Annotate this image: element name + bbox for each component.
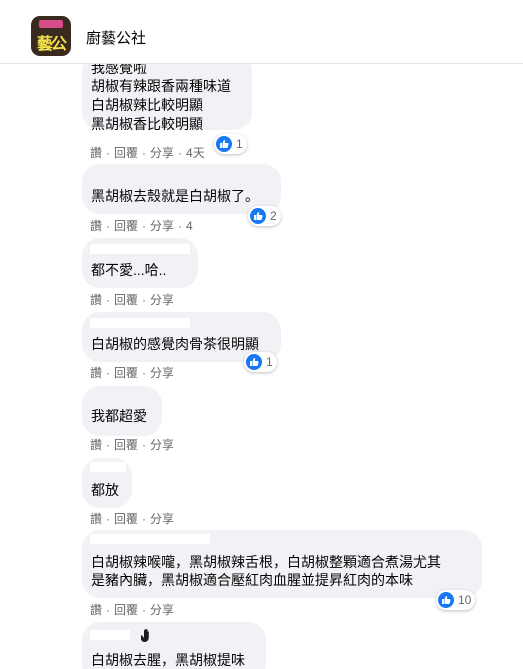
comment-actions: 讚 · 回覆 · 分享 — [90, 364, 175, 381]
author-name-redacted — [90, 462, 126, 472]
like-button[interactable]: 讚 — [90, 436, 102, 453]
avatar-logo-text: 藝公 — [36, 36, 67, 53]
share-button[interactable]: 分享 — [150, 601, 174, 618]
comment-actions: 讚 · 回覆 · 分享 — [90, 510, 175, 527]
comment-text: 都放 — [91, 482, 119, 498]
reply-button[interactable]: 回覆 — [114, 510, 138, 527]
comment-timestamp[interactable]: 4 — [186, 219, 193, 233]
author-name-redacted — [90, 244, 190, 254]
comment-actions: 讚 · 回覆 · 分享 — [90, 601, 175, 618]
comment-actions: 讚 · 回覆 · 分享 — [90, 436, 175, 453]
comment-actions: 讚 · 回覆 · 分享 · 4 — [90, 217, 193, 234]
share-button[interactable]: 分享 — [150, 291, 174, 308]
author-name-redacted — [90, 630, 130, 640]
share-button[interactable]: 分享 — [150, 510, 174, 527]
comment-text: 我都超愛 — [91, 408, 147, 424]
author-name-redacted — [90, 170, 190, 180]
avatar-banner — [39, 20, 63, 28]
comment-feed: 我感覺啦 胡椒有辣跟香兩種味道 白胡椒辣比較明顯 黑胡椒香比較明顯 1 讚 · 回覆… — [0, 64, 523, 669]
comment-text: 白胡椒辣喉嚨，黑胡椒辣舌根，白胡椒整顆適合煮湯尤其 — [91, 554, 441, 570]
reply-button[interactable]: 回覆 — [114, 364, 138, 381]
like-icon — [216, 136, 232, 152]
like-icon — [246, 354, 262, 370]
comment-text: 是豬內臟，黑胡椒適合壓紅肉血腥並提昇紅肉的本味 — [91, 572, 413, 588]
reply-button[interactable]: 回覆 — [114, 217, 138, 234]
group-avatar[interactable]: 藝公 — [31, 16, 71, 56]
reply-button[interactable]: 回覆 — [114, 601, 138, 618]
like-button[interactable]: 讚 — [90, 144, 102, 161]
group-header: 藝公 廚藝公社 — [0, 0, 523, 64]
comment-text: 我感覺啦 — [91, 64, 147, 76]
reaction-count[interactable]: 1 — [214, 134, 247, 154]
author-name-redacted — [90, 392, 142, 402]
like-button[interactable]: 讚 — [90, 217, 102, 234]
author-name-redacted — [90, 534, 210, 544]
like-button[interactable]: 讚 — [90, 601, 102, 618]
reply-button[interactable]: 回覆 — [114, 291, 138, 308]
reply-button[interactable]: 回覆 — [114, 436, 138, 453]
reaction-count[interactable]: 10 — [436, 590, 476, 610]
like-button[interactable]: 讚 — [90, 291, 102, 308]
author-name-redacted — [90, 318, 190, 328]
comment-text: 白胡椒去腥，黑胡椒提味 — [91, 652, 245, 668]
reply-button[interactable]: 回覆 — [114, 144, 138, 161]
share-button[interactable]: 分享 — [150, 217, 174, 234]
comment-text: 胡椒有辣跟香兩種味道 — [91, 78, 231, 94]
comment-text: 白胡椒的感覺肉骨茶很明顯 — [91, 336, 259, 352]
like-button[interactable]: 讚 — [90, 364, 102, 381]
reaction-count[interactable]: 1 — [244, 352, 277, 372]
share-button[interactable]: 分享 — [150, 364, 174, 381]
reaction-count[interactable]: 2 — [248, 206, 281, 226]
share-button[interactable]: 分享 — [150, 436, 174, 453]
like-button[interactable]: 讚 — [90, 510, 102, 527]
comment-text: 都不愛...哈.. — [91, 262, 167, 278]
like-icon — [250, 208, 266, 224]
waving-hand-icon — [138, 627, 154, 646]
comment-actions: 讚 · 回覆 · 分享 — [90, 291, 175, 308]
comment-text: 黑胡椒去殼就是白胡椒了。 — [91, 188, 259, 204]
like-icon — [438, 592, 454, 608]
comment-text: 白胡椒辣比較明顯 — [91, 97, 203, 113]
group-title[interactable]: 廚藝公社 — [86, 27, 146, 48]
comment-timestamp[interactable]: 4天 — [186, 144, 205, 161]
share-button[interactable]: 分享 — [150, 144, 174, 161]
comment-text: 黑胡椒香比較明顯 — [91, 116, 203, 132]
comment-actions: 讚 · 回覆 · 分享 · 4天 — [90, 144, 205, 161]
